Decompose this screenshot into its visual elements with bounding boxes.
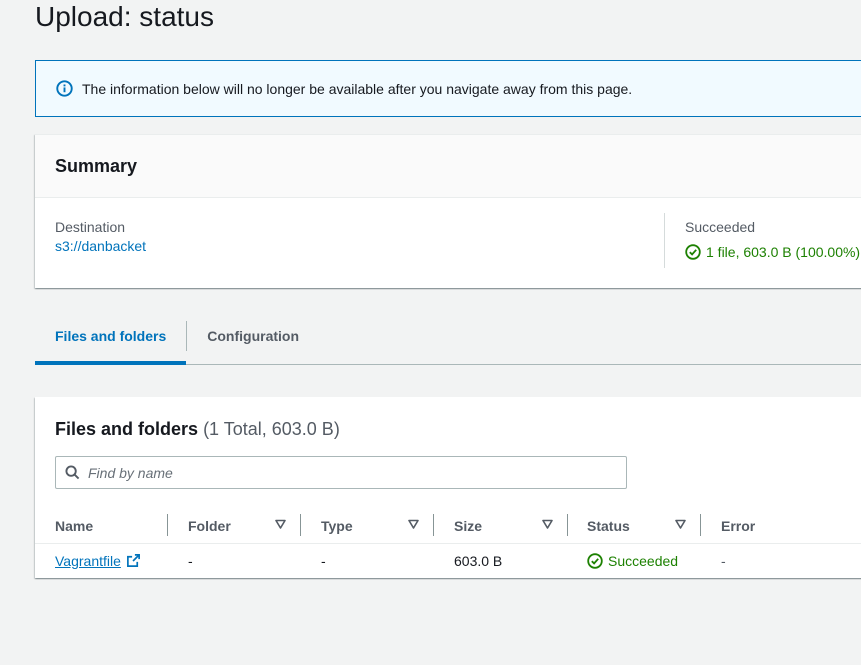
column-header-size[interactable]: Size: [454, 508, 482, 543]
column-header-status[interactable]: Status: [587, 508, 630, 543]
file-name[interactable]: Vagrantfile: [55, 553, 121, 569]
destination-label: Destination: [55, 219, 126, 235]
type-cell: -: [321, 552, 326, 569]
summary-header: Summary: [35, 135, 861, 198]
succeeded-value: 1 file, 603.0 B (100.00%): [685, 242, 860, 262]
file-name-cell: Vagrantfile: [55, 544, 141, 577]
error-cell: -: [721, 552, 726, 569]
files-panel: Files and folders (1 Total, 603.0 B) Nam…: [35, 397, 861, 578]
summary-body: Destination s3://danbacket Succeeded 1 f…: [35, 198, 861, 288]
table-row: Vagrantfile - - 603.0 B Succeeded -: [35, 544, 861, 577]
summary-title: Summary: [55, 155, 138, 176]
sort-down-icon[interactable]: [542, 519, 553, 530]
column-resizer[interactable]: [433, 514, 434, 536]
status-cell: Succeeded: [587, 544, 678, 577]
column-resizer[interactable]: [567, 514, 568, 536]
succeeded-label: Succeeded: [685, 219, 756, 235]
column-resizer[interactable]: [700, 514, 701, 536]
sort-down-icon[interactable]: [275, 519, 286, 530]
succeeded-column: Succeeded 1 file, 603.0 B (100.00%): [685, 218, 860, 262]
summary-panel: Summary Destination s3://danbacket Succe…: [35, 134, 861, 288]
status-text: Succeeded: [608, 552, 679, 569]
page-title: Upload: status: [35, 1, 214, 32]
tab-files-and-folders[interactable]: Files and folders: [35, 308, 187, 365]
check-circle-icon: [685, 244, 701, 260]
column-header-name[interactable]: Name: [55, 508, 93, 543]
info-icon: [56, 80, 73, 97]
files-count: (1 Total, 603.0 B): [203, 419, 340, 439]
column-resizer[interactable]: [167, 514, 168, 536]
column-resizer[interactable]: [300, 514, 301, 536]
file-link[interactable]: Vagrantfile: [55, 553, 141, 569]
external-link-icon[interactable]: [126, 553, 141, 568]
search-icon: [65, 465, 80, 480]
files-header: Files and folders (1 Total, 603.0 B): [55, 417, 340, 441]
info-alert: The information below will no longer be …: [35, 60, 861, 117]
destination-column: Destination s3://danbacket: [55, 218, 146, 256]
tab-bar: Files and folders Configuration: [35, 308, 861, 365]
search-input[interactable]: [88, 464, 588, 481]
column-divider: [664, 213, 665, 268]
sort-down-icon[interactable]: [675, 519, 686, 530]
search-field[interactable]: [55, 456, 627, 489]
sort-down-icon[interactable]: [408, 519, 419, 530]
column-header-type[interactable]: Type: [321, 508, 353, 543]
files-title: Files and folders: [55, 419, 199, 439]
succeeded-text: 1 file, 603.0 B (100.00%): [706, 244, 861, 260]
table-header: Name Folder Type Size Status Error: [35, 508, 861, 544]
column-header-folder[interactable]: Folder: [188, 508, 231, 543]
tab-configuration[interactable]: Configuration: [187, 308, 319, 364]
alert-text: The information below will no longer be …: [82, 80, 633, 97]
size-cell: 603.0 B: [454, 552, 503, 569]
check-circle-icon: [587, 552, 603, 569]
column-header-error[interactable]: Error: [721, 508, 755, 543]
folder-cell: -: [188, 552, 193, 569]
destination-link[interactable]: s3://danbacket: [55, 238, 146, 254]
